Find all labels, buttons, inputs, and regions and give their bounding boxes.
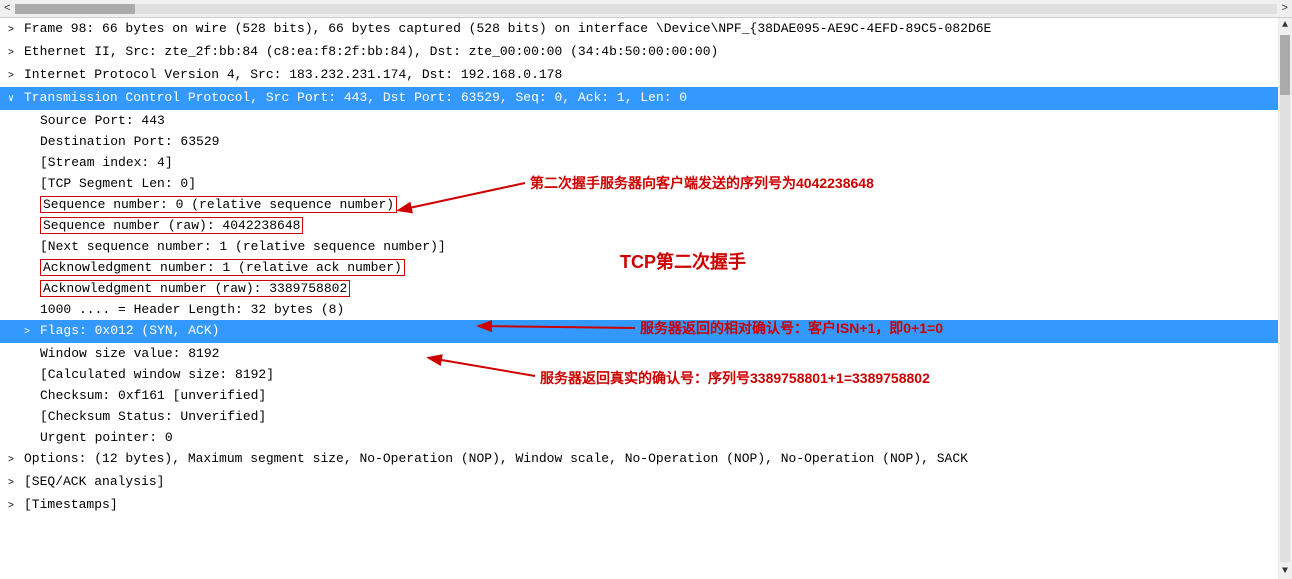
scroll-left-arrow[interactable]: < <box>4 3 11 15</box>
highlight-box: Sequence number (raw): 4042238648 <box>40 217 303 234</box>
tree-row-row14[interactable]: 1000 .... = Header Length: 32 bytes (8) <box>0 299 1292 320</box>
highlight-box: Acknowledgment number (raw): 3389758802 <box>40 280 350 297</box>
row-text: Ethernet II, Src: zte_2f:bb:84 (c8:ea:f8… <box>24 44 718 59</box>
scroll-track <box>15 4 1278 14</box>
scroll-up-arrow[interactable]: ▲ <box>1280 18 1290 33</box>
row-text: Source Port: 443 <box>40 113 165 128</box>
row-text: Window size value: 8192 <box>40 346 219 361</box>
row-text: Frame 98: 66 bytes on wire (528 bits), 6… <box>24 21 991 36</box>
scroll-down-arrow[interactable]: ▼ <box>1280 564 1290 579</box>
tree-row-row7[interactable]: [Stream index: 4] <box>0 152 1292 173</box>
tree-row-row8[interactable]: [TCP Segment Len: 0] <box>0 173 1292 194</box>
tree-row-row23[interactable]: >[Timestamps] <box>0 494 1292 517</box>
row-text: [Next sequence number: 1 (relative seque… <box>40 239 446 254</box>
row-text: [Checksum Status: Unverified] <box>40 409 266 424</box>
tree-row-row15[interactable]: >Flags: 0x012 (SYN, ACK) <box>0 320 1292 343</box>
tree-row-row21[interactable]: >Options: (12 bytes), Maximum segment si… <box>0 448 1292 471</box>
tree-row-row5[interactable]: Source Port: 443 <box>0 110 1292 131</box>
row-text: Transmission Control Protocol, Src Port:… <box>24 90 687 105</box>
row-text: [SEQ/ACK analysis] <box>24 474 164 489</box>
tree-row-row18[interactable]: Checksum: 0xf161 [unverified] <box>0 385 1292 406</box>
expand-arrow[interactable]: > <box>8 67 22 86</box>
row-text: Destination Port: 63529 <box>40 134 219 149</box>
expand-arrow[interactable]: > <box>8 44 22 63</box>
tree-row-row3[interactable]: >Internet Protocol Version 4, Src: 183.2… <box>0 64 1292 87</box>
expand-arrow[interactable]: > <box>8 474 22 493</box>
tree-row-row1[interactable]: >Frame 98: 66 bytes on wire (528 bits), … <box>0 18 1292 41</box>
tree-row-row17[interactable]: [Calculated window size: 8192] <box>0 364 1292 385</box>
scroll-thumb <box>15 4 135 14</box>
scroll-right-arrow[interactable]: > <box>1281 3 1288 15</box>
tree-row-row22[interactable]: >[SEQ/ACK analysis] <box>0 471 1292 494</box>
row-text: Internet Protocol Version 4, Src: 183.23… <box>24 67 562 82</box>
row-text: [Calculated window size: 8192] <box>40 367 274 382</box>
row-text: Options: (12 bytes), Maximum segment siz… <box>24 451 968 466</box>
row-text: Urgent pointer: 0 <box>40 430 173 445</box>
tree-row-row19[interactable]: [Checksum Status: Unverified] <box>0 406 1292 427</box>
tree-row-row12[interactable]: Acknowledgment number: 1 (relative ack n… <box>0 257 1292 278</box>
packet-tree: >Frame 98: 66 bytes on wire (528 bits), … <box>0 18 1292 579</box>
scrollbar-top[interactable]: < > <box>0 0 1292 18</box>
highlight-box: Sequence number: 0 (relative sequence nu… <box>40 196 397 213</box>
row-text: Flags: 0x012 (SYN, ACK) <box>40 323 219 338</box>
tree-row-row20[interactable]: Urgent pointer: 0 <box>0 427 1292 448</box>
highlight-box: Acknowledgment number: 1 (relative ack n… <box>40 259 405 276</box>
tree-row-row2[interactable]: >Ethernet II, Src: zte_2f:bb:84 (c8:ea:f… <box>0 41 1292 64</box>
expand-arrow[interactable]: ∨ <box>8 90 22 109</box>
expand-arrow[interactable]: > <box>8 21 22 40</box>
row-text: [TCP Segment Len: 0] <box>40 176 196 191</box>
tree-row-row16[interactable]: Window size value: 8192 <box>0 343 1292 364</box>
row-text: 1000 .... = Header Length: 32 bytes (8) <box>40 302 344 317</box>
tree-row-row10[interactable]: Sequence number (raw): 4042238648 <box>0 215 1292 236</box>
scrollbar-right[interactable]: ▲ ▼ <box>1278 18 1292 579</box>
tree-row-row4[interactable]: ∨Transmission Control Protocol, Src Port… <box>0 87 1292 110</box>
row-text: [Stream index: 4] <box>40 155 173 170</box>
vtrack <box>1280 35 1290 562</box>
vthumb <box>1280 35 1290 95</box>
row-text: [Timestamps] <box>24 497 118 512</box>
tree-row-row6[interactable]: Destination Port: 63529 <box>0 131 1292 152</box>
row-text: Checksum: 0xf161 [unverified] <box>40 388 266 403</box>
tree-row-row11[interactable]: [Next sequence number: 1 (relative seque… <box>0 236 1292 257</box>
expand-arrow[interactable]: > <box>24 323 38 342</box>
expand-arrow[interactable]: > <box>8 451 22 470</box>
expand-arrow[interactable]: > <box>8 497 22 516</box>
tree-row-row9[interactable]: Sequence number: 0 (relative sequence nu… <box>0 194 1292 215</box>
tree-row-row13[interactable]: Acknowledgment number (raw): 3389758802 <box>0 278 1292 299</box>
